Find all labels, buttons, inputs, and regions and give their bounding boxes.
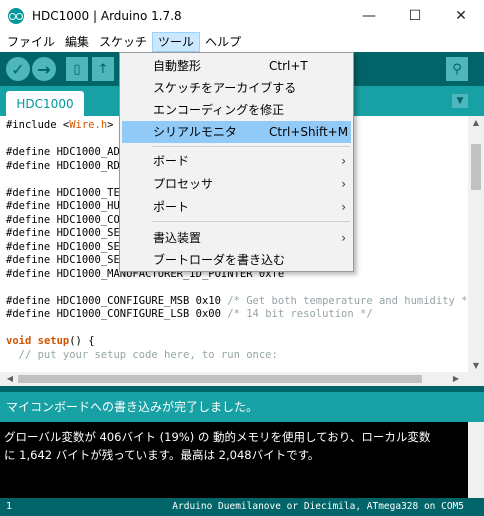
- title-bar: HDC1000 | Arduino 1.7.8 — ☐ ✕: [0, 0, 484, 32]
- minimize-button[interactable]: —: [346, 0, 392, 32]
- code-text: #define HDC1000_RDY: [6, 159, 127, 172]
- new-button[interactable]: ▯: [66, 57, 88, 81]
- arduino-logo-icon: [8, 8, 24, 24]
- code-text: () {: [69, 335, 95, 347]
- menu-file[interactable]: ファイル: [2, 32, 60, 52]
- code-text: #define HDC1000_ADD: [6, 146, 127, 158]
- magnifier-icon: ⚲: [452, 61, 462, 77]
- code-comment: /* Get both temperature and humidity */: [227, 294, 468, 307]
- menu-item-processor[interactable]: プロセッサ ›: [122, 173, 351, 195]
- code-text: #include <: [6, 119, 70, 131]
- code-text: #define HDC1000_CON: [6, 213, 127, 226]
- code-comment: /* 14 bit resolution */: [227, 308, 373, 320]
- open-arrow-up-icon: ↑: [97, 61, 109, 77]
- vertical-scrollbar[interactable]: ▲ ▼: [468, 116, 484, 372]
- menu-separator: [152, 221, 350, 222]
- menu-sketch[interactable]: スケッチ: [94, 32, 152, 52]
- tools-menu: 自動整形 Ctrl+T スケッチをアーカイブする エンコーディングを修正 シリア…: [119, 52, 354, 272]
- code-text: >: [107, 119, 114, 131]
- code-include-name: Wire.h: [69, 119, 108, 131]
- new-file-icon: ▯: [73, 61, 81, 77]
- menu-item-burn-bootloader[interactable]: ブートローダを書き込む: [122, 249, 351, 271]
- submenu-arrow-icon: ›: [341, 200, 346, 214]
- code-comment: // put your setup code here, to run once…: [6, 348, 278, 361]
- code-text: #define HDC1000_TEM: [6, 186, 127, 199]
- footer-bar: 1 Arduino Duemilanove or Diecimila, ATme…: [0, 498, 484, 516]
- scroll-down-icon[interactable]: ▼: [468, 361, 484, 370]
- code-text: #define HDC1000_HUM: [6, 200, 127, 212]
- arrow-right-icon: →: [37, 59, 51, 79]
- console-line: グローバル変数が 406バイト (19%) の 動的メモリを使用しており、ローカ…: [4, 430, 431, 444]
- menu-item-port[interactable]: ポート ›: [122, 196, 351, 218]
- code-line: #define HDC1000_RDY: [6, 159, 126, 173]
- line-number: 1: [6, 501, 13, 512]
- triangle-down-icon: ▼: [456, 96, 464, 106]
- code-line: // put your setup code here, to run once…: [6, 348, 278, 362]
- horizontal-scroll-thumb[interactable]: [18, 375, 422, 383]
- scroll-up-icon[interactable]: ▲: [468, 118, 484, 127]
- code-function-name: setup: [37, 335, 70, 347]
- code-line: #include <Wire.h>: [6, 118, 113, 132]
- serial-monitor-button[interactable]: ⚲: [446, 57, 468, 81]
- window-title: HDC1000 | Arduino 1.7.8: [32, 9, 182, 23]
- code-line: void setup() {: [6, 334, 95, 348]
- verify-button[interactable]: ✓: [6, 57, 30, 81]
- code-text: #define HDC1000_SER: [6, 254, 127, 266]
- open-button[interactable]: ↑: [92, 57, 114, 81]
- window-controls: — ☐ ✕: [346, 0, 484, 32]
- menu-bar: ファイル 編集 スケッチ ツール ヘルプ: [0, 32, 484, 52]
- submenu-arrow-icon: ›: [341, 231, 346, 245]
- tab-hdc1000[interactable]: HDC1000: [6, 91, 84, 116]
- status-message: マイコンボードへの書き込みが完了しました。: [0, 392, 484, 422]
- code-text: #define HDC1000_SER: [6, 240, 127, 253]
- code-keyword: void: [6, 335, 32, 347]
- code-line: #define HDC1000_TEM: [6, 186, 126, 200]
- menu-item-archive-sketch[interactable]: スケッチをアーカイブする: [122, 77, 351, 99]
- code-text: #define HDC1000_SER: [6, 227, 127, 239]
- menu-item-serial-monitor[interactable]: シリアルモニタ Ctrl+Shift+M: [122, 121, 351, 143]
- code-line: #define HDC1000_SER: [6, 226, 126, 240]
- horizontal-scrollbar[interactable]: ◀ ▶: [0, 372, 468, 386]
- submenu-arrow-icon: ›: [341, 154, 346, 168]
- menu-item-fix-encoding[interactable]: エンコーディングを修正: [122, 99, 351, 121]
- scroll-left-icon[interactable]: ◀: [2, 374, 18, 383]
- code-line: #define HDC1000_CON: [6, 213, 126, 227]
- console-scrollbar[interactable]: [468, 422, 484, 498]
- menu-item-board[interactable]: ボード ›: [122, 150, 351, 172]
- code-line: #define HDC1000_CONFIGURE_MSB 0x10 /* Ge…: [6, 294, 468, 308]
- code-line: #define HDC1000_SER: [6, 240, 126, 254]
- menu-tools[interactable]: ツール: [152, 32, 201, 52]
- maximize-button[interactable]: ☐: [392, 0, 438, 32]
- vertical-scroll-thumb[interactable]: [471, 144, 481, 190]
- close-button[interactable]: ✕: [438, 0, 484, 32]
- menu-item-auto-format[interactable]: 自動整形 Ctrl+T: [122, 55, 351, 77]
- submenu-arrow-icon: ›: [341, 177, 346, 191]
- checkmark-icon: ✓: [11, 59, 25, 79]
- menu-separator: [152, 146, 350, 147]
- code-line: #define HDC1000_HUM: [6, 199, 126, 213]
- menu-edit[interactable]: 編集: [60, 32, 94, 52]
- upload-button[interactable]: →: [32, 57, 56, 81]
- board-info: Arduino Duemilanove or Diecimila, ATmega…: [172, 501, 464, 512]
- console-line: に 1,642 バイトが残っています。最高は 2,048バイトです。: [4, 448, 320, 462]
- tab-menu-button[interactable]: ▼: [452, 94, 468, 108]
- code-text: #define HDC1000_CONFIGURE_MSB 0x10: [6, 294, 228, 307]
- console-output: グローバル変数が 406バイト (19%) の 動的メモリを使用しており、ローカ…: [0, 422, 484, 498]
- menu-help[interactable]: ヘルプ: [200, 32, 246, 52]
- code-line: #define HDC1000_CONFIGURE_LSB 0x00 /* 14…: [6, 307, 373, 321]
- code-line: #define HDC1000_SER: [6, 253, 126, 267]
- scroll-corner: [468, 372, 484, 386]
- scroll-right-icon[interactable]: ▶: [448, 374, 464, 383]
- menu-item-programmer[interactable]: 書込装置 ›: [122, 227, 351, 249]
- code-line: #define HDC1000_ADD: [6, 145, 126, 159]
- code-text: #define HDC1000_CONFIGURE_LSB 0x00: [6, 308, 228, 320]
